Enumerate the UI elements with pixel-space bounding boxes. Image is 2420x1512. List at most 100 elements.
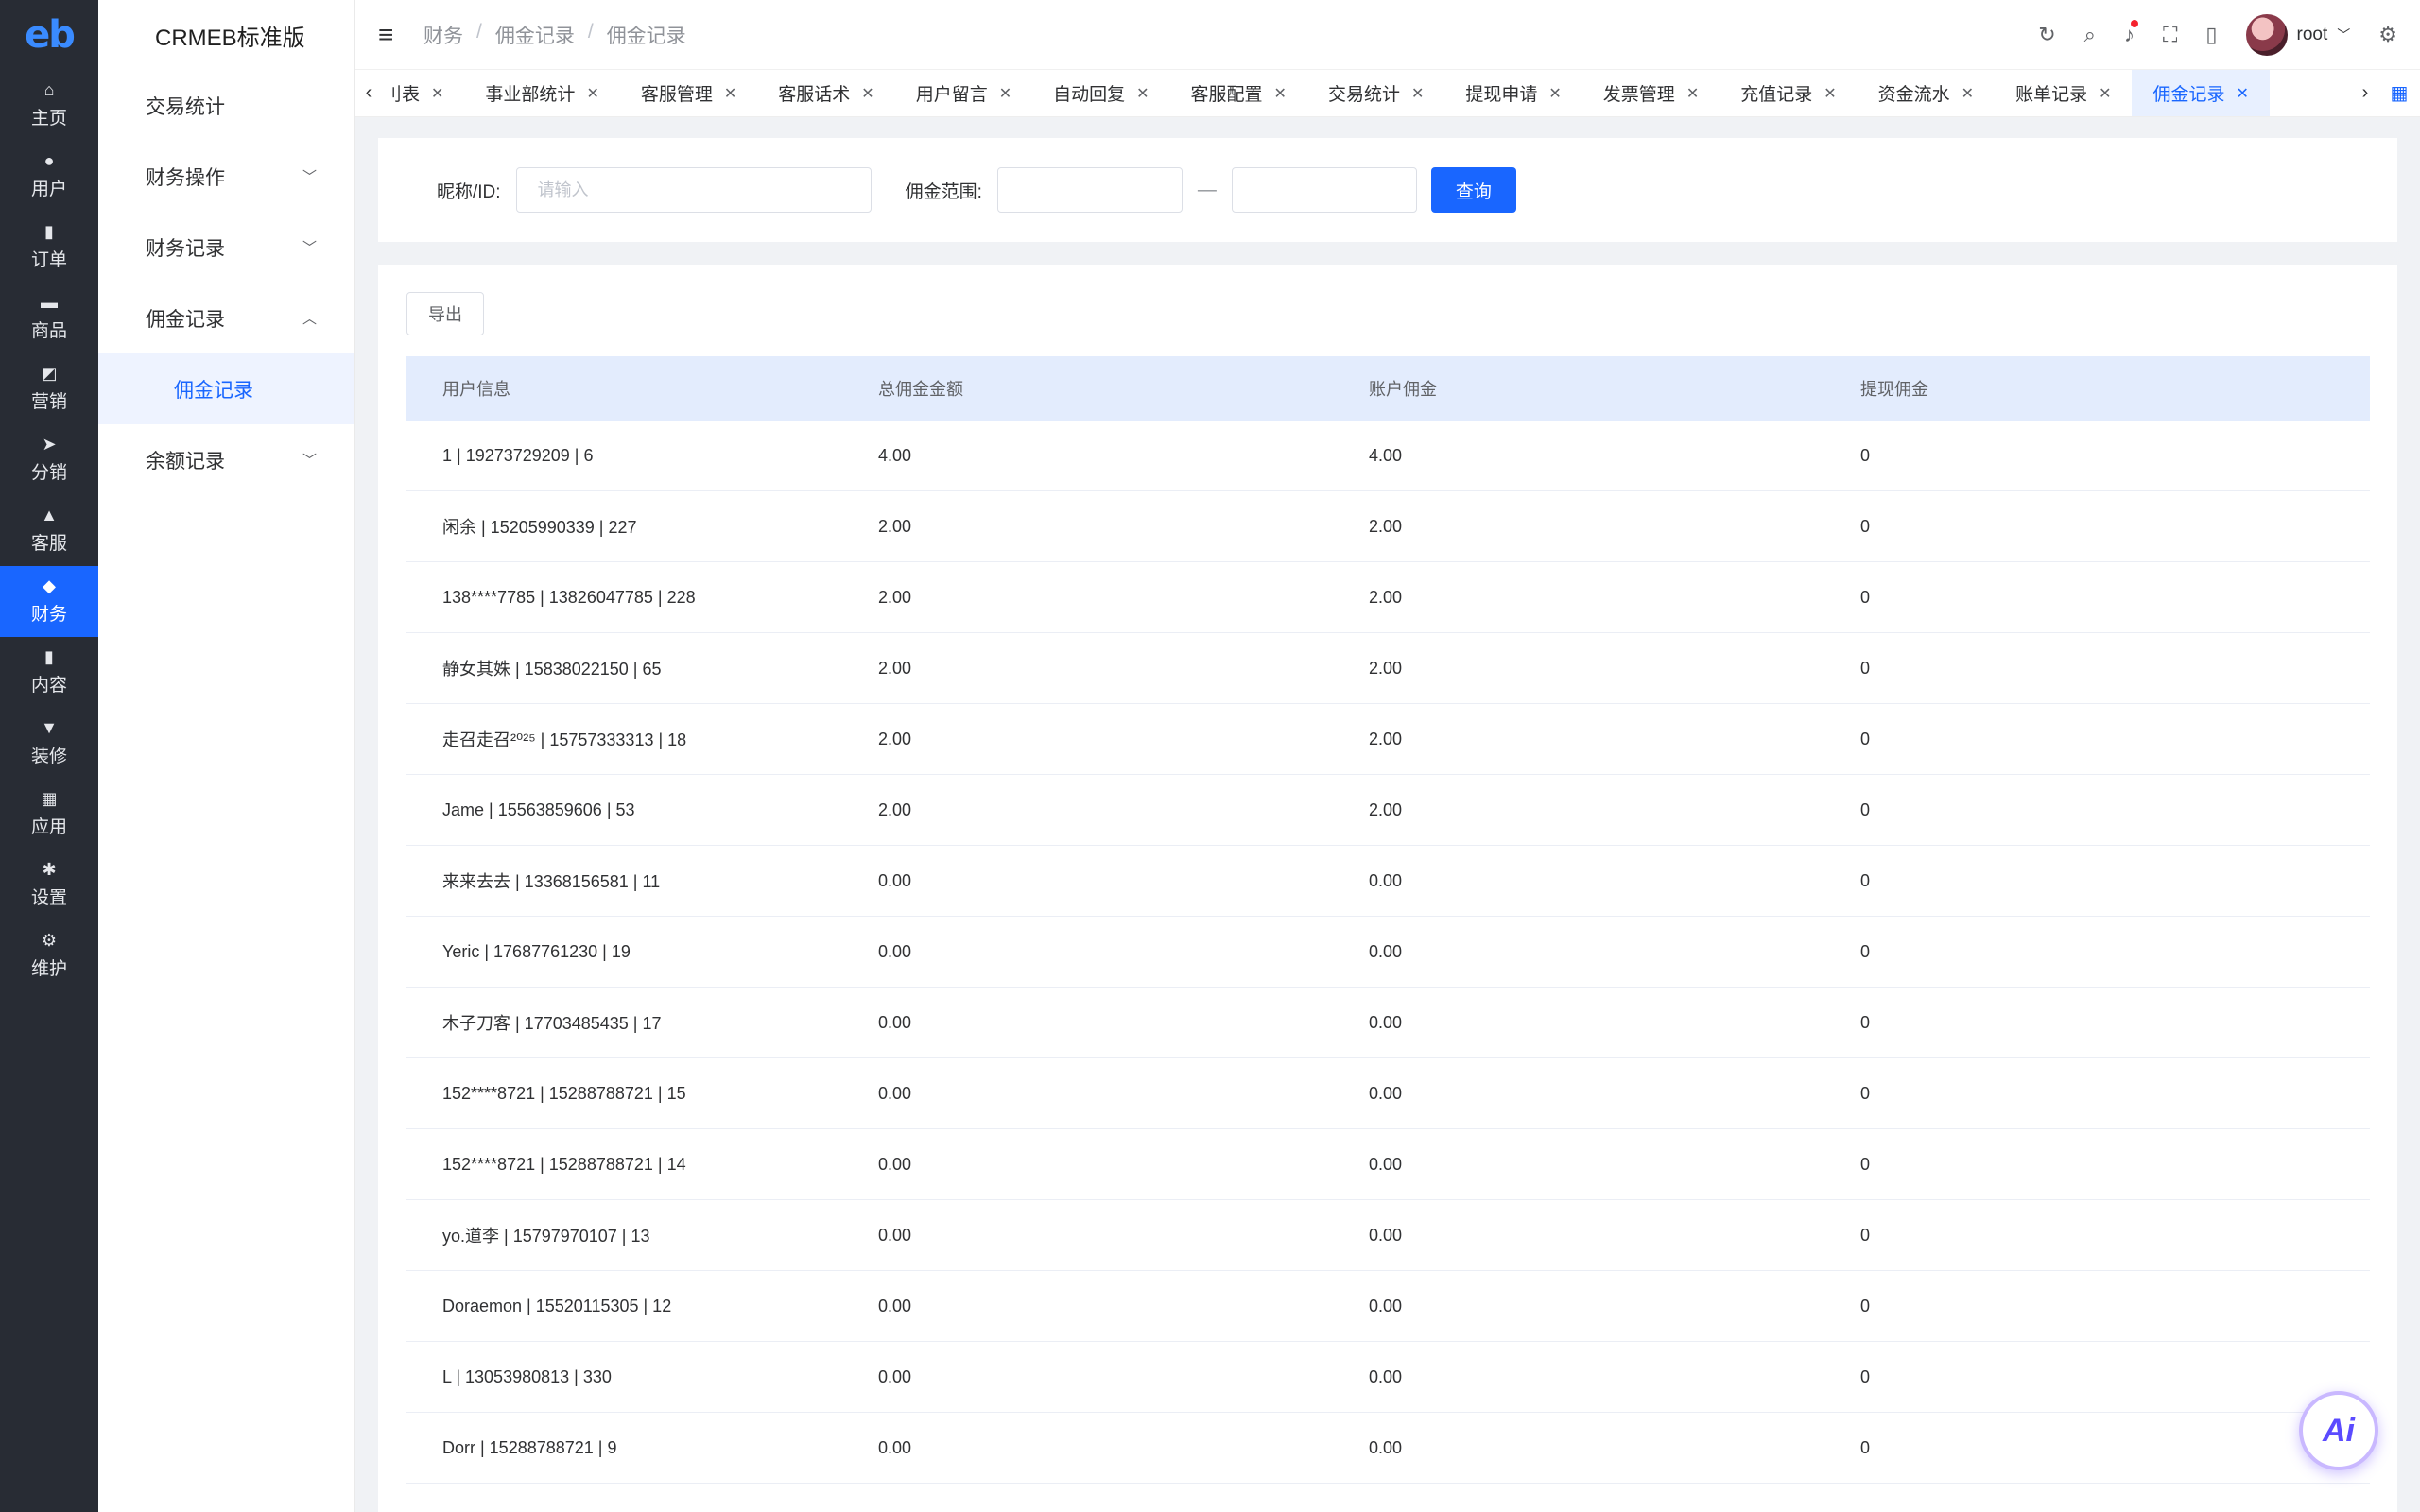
submenu-item[interactable]: 财务记录 ﹀ [98, 212, 354, 283]
rail-item-label: 营销 [30, 392, 67, 412]
submenu-item-commission-record[interactable]: 佣金记录 [98, 353, 354, 424]
commission-min-input[interactable] [996, 167, 1183, 213]
table-cell: 2.00 [1369, 729, 1403, 748]
app-logo[interactable]: eb [0, 0, 98, 70]
table-row: Jame | 15563859606 | 53 2.00 2.00 0 [406, 775, 2370, 846]
rail-item-finance[interactable]: ◆ 财务 [0, 566, 98, 637]
close-icon[interactable]: ✕ [1824, 84, 1836, 103]
rail-item-order[interactable]: ▮ 订单 [0, 212, 98, 283]
rail-item-maintain[interactable]: ⚙ 维护 [0, 920, 98, 991]
table-cell: 1 | 19273729209 | 6 [442, 445, 594, 465]
breadcrumb-item[interactable]: 佣金记录 [495, 21, 575, 49]
tab[interactable]: 发票管理 ✕ [1582, 70, 1720, 116]
tab[interactable]: 刂表 ✕ [382, 70, 464, 116]
tab-label: 交易统计 [1327, 85, 1400, 105]
tab[interactable]: 自动回复 ✕ [1032, 70, 1169, 116]
submenu-item-label: 余额记录 [146, 450, 225, 472]
user-menu[interactable]: root ﹀ [2245, 13, 2351, 56]
mobile-preview-icon[interactable]: ▯ [2205, 23, 2217, 47]
rail-item-label: 应用 [30, 817, 67, 837]
submenu-item[interactable]: 佣金记录 ︿ [98, 283, 354, 353]
table-cell: 2.00 [878, 516, 912, 536]
close-icon[interactable]: ✕ [1136, 84, 1149, 103]
tabs-scroll-left-icon[interactable]: ‹ [355, 82, 382, 104]
rail-item-home[interactable]: ⌂ 主页 [0, 70, 98, 141]
product-icon: ▬ [41, 293, 58, 312]
search-icon[interactable]: ⌕ [2084, 23, 2096, 47]
menu-toggle-icon[interactable]: ≡ [378, 20, 401, 50]
rail-item-service[interactable]: ▲ 客服 [0, 495, 98, 566]
column-header-account-commission: 账户佣金 [1369, 380, 1437, 399]
brand-title: CRMEB标准版 [155, 25, 305, 51]
tab[interactable]: 用户留言 ✕ [895, 70, 1032, 116]
export-button[interactable]: 导出 [406, 292, 484, 335]
search-button[interactable]: 查询 [1430, 167, 1516, 213]
close-icon[interactable]: ✕ [1274, 84, 1287, 103]
table-cell: 0 [1860, 941, 1871, 961]
column-header-user-info: 用户信息 [442, 380, 510, 399]
table-cell: 0 [1860, 1012, 1871, 1032]
commission-table-card: 导出 用户信息 总佣金金额 账户佣金 提现佣金 1 | 19273729209 … [378, 265, 2397, 1512]
table-cell: 0.00 [1369, 1225, 1403, 1245]
rail-item-settings[interactable]: ✱ 设置 [0, 850, 98, 920]
notification-bell-icon[interactable]: ♪ [2124, 19, 2138, 47]
tab[interactable]: 提现申请 ✕ [1444, 70, 1582, 116]
breadcrumb: 财务 / 佣金记录 / 佣金记录 [424, 21, 686, 49]
tabs-menu-grid-icon[interactable]: ▦ [2378, 81, 2420, 105]
tab[interactable]: 客服配置 ✕ [1170, 70, 1307, 116]
close-icon[interactable]: ✕ [1548, 84, 1561, 103]
tab[interactable]: 事业部统计 ✕ [464, 70, 619, 116]
tab[interactable]: 佣金记录 ✕ [2132, 70, 2270, 116]
rail-item-product[interactable]: ▬ 商品 [0, 283, 98, 353]
rail-item-apps[interactable]: ▦ 应用 [0, 779, 98, 850]
rail-item-label: 客服 [30, 534, 67, 554]
ai-assistant-button[interactable]: Ai [2299, 1391, 2378, 1470]
rail-item-content[interactable]: ▮ 内容 [0, 637, 98, 708]
nickname-input[interactable] [515, 167, 872, 213]
refresh-icon[interactable]: ↻ [2038, 23, 2055, 47]
finance-icon: ◆ [43, 576, 56, 595]
close-icon[interactable]: ✕ [999, 84, 1011, 103]
rail-item-label: 设置 [30, 888, 67, 908]
tab[interactable]: 客服管理 ✕ [620, 70, 757, 116]
table-cell: 0 [1860, 1366, 1871, 1386]
table-cell: 0.00 [1369, 941, 1403, 961]
tab[interactable]: 交易统计 ✕ [1307, 70, 1444, 116]
table-cell: 0.00 [878, 1296, 912, 1315]
submenu-item[interactable]: 交易统计 [98, 70, 354, 141]
tab[interactable]: 资金流水 ✕ [1858, 70, 1995, 116]
close-icon[interactable]: ✕ [2099, 84, 2111, 103]
close-icon[interactable]: ✕ [861, 84, 873, 103]
close-icon[interactable]: ✕ [586, 84, 598, 103]
rail-item-decorate[interactable]: ▼ 装修 [0, 708, 98, 779]
chevron-down-icon: ﹀ [302, 169, 317, 185]
close-icon[interactable]: ✕ [1411, 84, 1424, 103]
submenu-item[interactable]: 财务操作 ﹀ [98, 141, 354, 212]
commission-max-input[interactable] [1231, 167, 1417, 213]
rail-item-label: 装修 [30, 747, 67, 766]
tabs-scroll-right-icon[interactable]: › [2352, 82, 2378, 104]
close-icon[interactable]: ✕ [724, 84, 736, 103]
settings-gear-icon[interactable]: ⚙ [2378, 23, 2397, 47]
tab[interactable]: 账单记录 ✕ [1995, 70, 2132, 116]
submenu-item-balance-record[interactable]: 余额记录 ﹀ [98, 424, 354, 495]
rail-item-marketing[interactable]: ◩ 营销 [0, 353, 98, 424]
rail-item-label: 用户 [30, 180, 67, 199]
rail-item-distribution[interactable]: ➤ 分销 [0, 424, 98, 495]
breadcrumb-item[interactable]: 财务 [424, 21, 463, 49]
table-cell: 0.00 [878, 941, 912, 961]
tab-label: 佣金记录 [2152, 85, 2225, 105]
table-cell: 0.00 [1369, 1012, 1403, 1032]
chevron-down-icon: ﹀ [2337, 26, 2351, 43]
table-row: 138****7785 | 13826047785 | 228 2.00 2.00 0 [406, 562, 2370, 633]
tab[interactable]: 充值记录 ✕ [1720, 70, 1857, 116]
close-icon[interactable]: ✕ [1686, 84, 1699, 103]
close-icon[interactable]: ✕ [2237, 84, 2249, 103]
table-cell: Dorr | 15288788721 | 9 [442, 1437, 617, 1457]
fullscreen-icon[interactable]: ⛶ [2163, 23, 2177, 47]
close-icon[interactable]: ✕ [431, 84, 443, 103]
rail-item-user[interactable]: ● 用户 [0, 141, 98, 212]
tab[interactable]: 客服话术 ✕ [757, 70, 894, 116]
tab-label: 客服管理 [640, 85, 713, 105]
close-icon[interactable]: ✕ [1962, 84, 1974, 103]
